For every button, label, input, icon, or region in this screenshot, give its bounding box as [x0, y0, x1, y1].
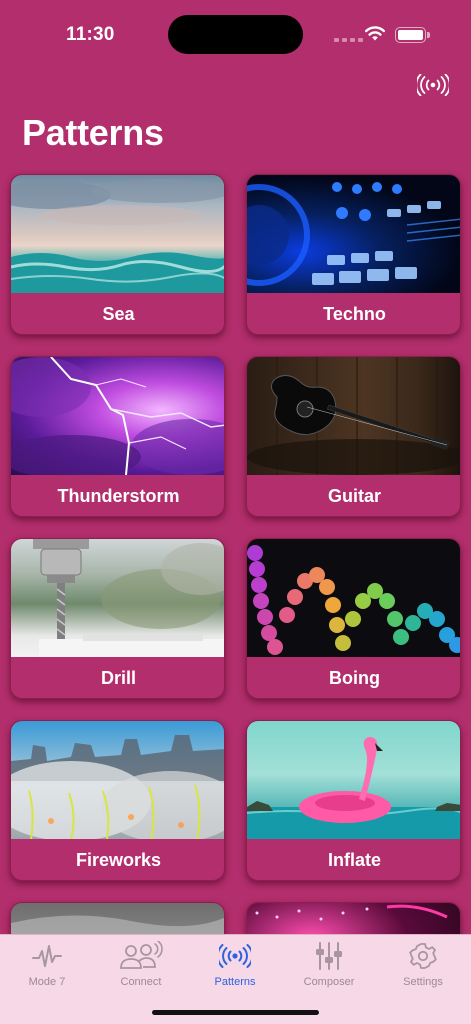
waveform-icon	[32, 945, 62, 967]
tab-label: Connect	[120, 976, 162, 988]
battery-icon	[395, 27, 430, 43]
tab-label: Composer	[303, 976, 355, 988]
pattern-card-drill[interactable]: Drill	[10, 538, 225, 699]
gear-icon	[409, 943, 437, 969]
pattern-label: Inflate	[327, 850, 381, 870]
inflate-image	[247, 721, 460, 839]
thunderstorm-image	[11, 357, 224, 475]
pattern-card-boing[interactable]: Boing	[246, 538, 461, 699]
cellular-signal-icon	[334, 38, 363, 42]
tab-connect[interactable]: Connect	[101, 941, 181, 993]
status-bar: 11:30	[0, 0, 471, 70]
dynamic-island	[168, 15, 303, 54]
sliders-icon	[316, 942, 342, 970]
pattern-label: Techno	[323, 304, 386, 324]
pattern-label: Guitar	[327, 486, 381, 506]
pattern-label: Sea	[102, 304, 135, 324]
tab-label: Patterns	[214, 976, 256, 988]
tab-composer[interactable]: Composer	[289, 941, 369, 993]
broadcast-icon	[417, 74, 449, 96]
broadcast-button[interactable]	[415, 70, 451, 100]
pattern-card-fireworks[interactable]: Fireworks	[10, 720, 225, 881]
tab-label: Mode 7	[28, 976, 66, 988]
pattern-card-techno[interactable]: Techno	[246, 174, 461, 335]
wifi-icon	[365, 26, 385, 41]
pattern-label: Drill	[100, 668, 136, 688]
pattern-card-thunderstorm[interactable]: Thunderstorm	[10, 356, 225, 517]
tab-mode-7[interactable]: Mode 7	[7, 941, 87, 993]
broadcast-icon	[219, 944, 251, 968]
techno-image	[247, 175, 460, 293]
page-title: Patterns	[22, 112, 164, 153]
pattern-card-inflate[interactable]: Inflate	[246, 720, 461, 881]
home-indicator[interactable]	[152, 1010, 319, 1015]
fireworks-image	[11, 721, 224, 839]
pattern-card-sea[interactable]: Sea	[10, 174, 225, 335]
drill-image	[11, 539, 224, 657]
guitar-image	[247, 357, 460, 475]
tab-settings[interactable]: Settings	[383, 941, 463, 993]
sea-image	[11, 175, 224, 293]
people-broadcast-icon	[120, 941, 163, 969]
pattern-label: Thunderstorm	[57, 486, 180, 506]
pattern-label: Fireworks	[75, 850, 162, 870]
boing-image	[247, 539, 460, 657]
patterns-screen: 11:30 Patterns Sea Techno Thunderstorm G…	[0, 0, 471, 1024]
tab-patterns[interactable]: Patterns	[195, 941, 275, 993]
pattern-card-guitar[interactable]: Guitar	[246, 356, 461, 517]
tab-label: Settings	[403, 976, 443, 988]
pattern-label: Boing	[329, 668, 380, 688]
status-time: 11:30	[66, 24, 115, 45]
